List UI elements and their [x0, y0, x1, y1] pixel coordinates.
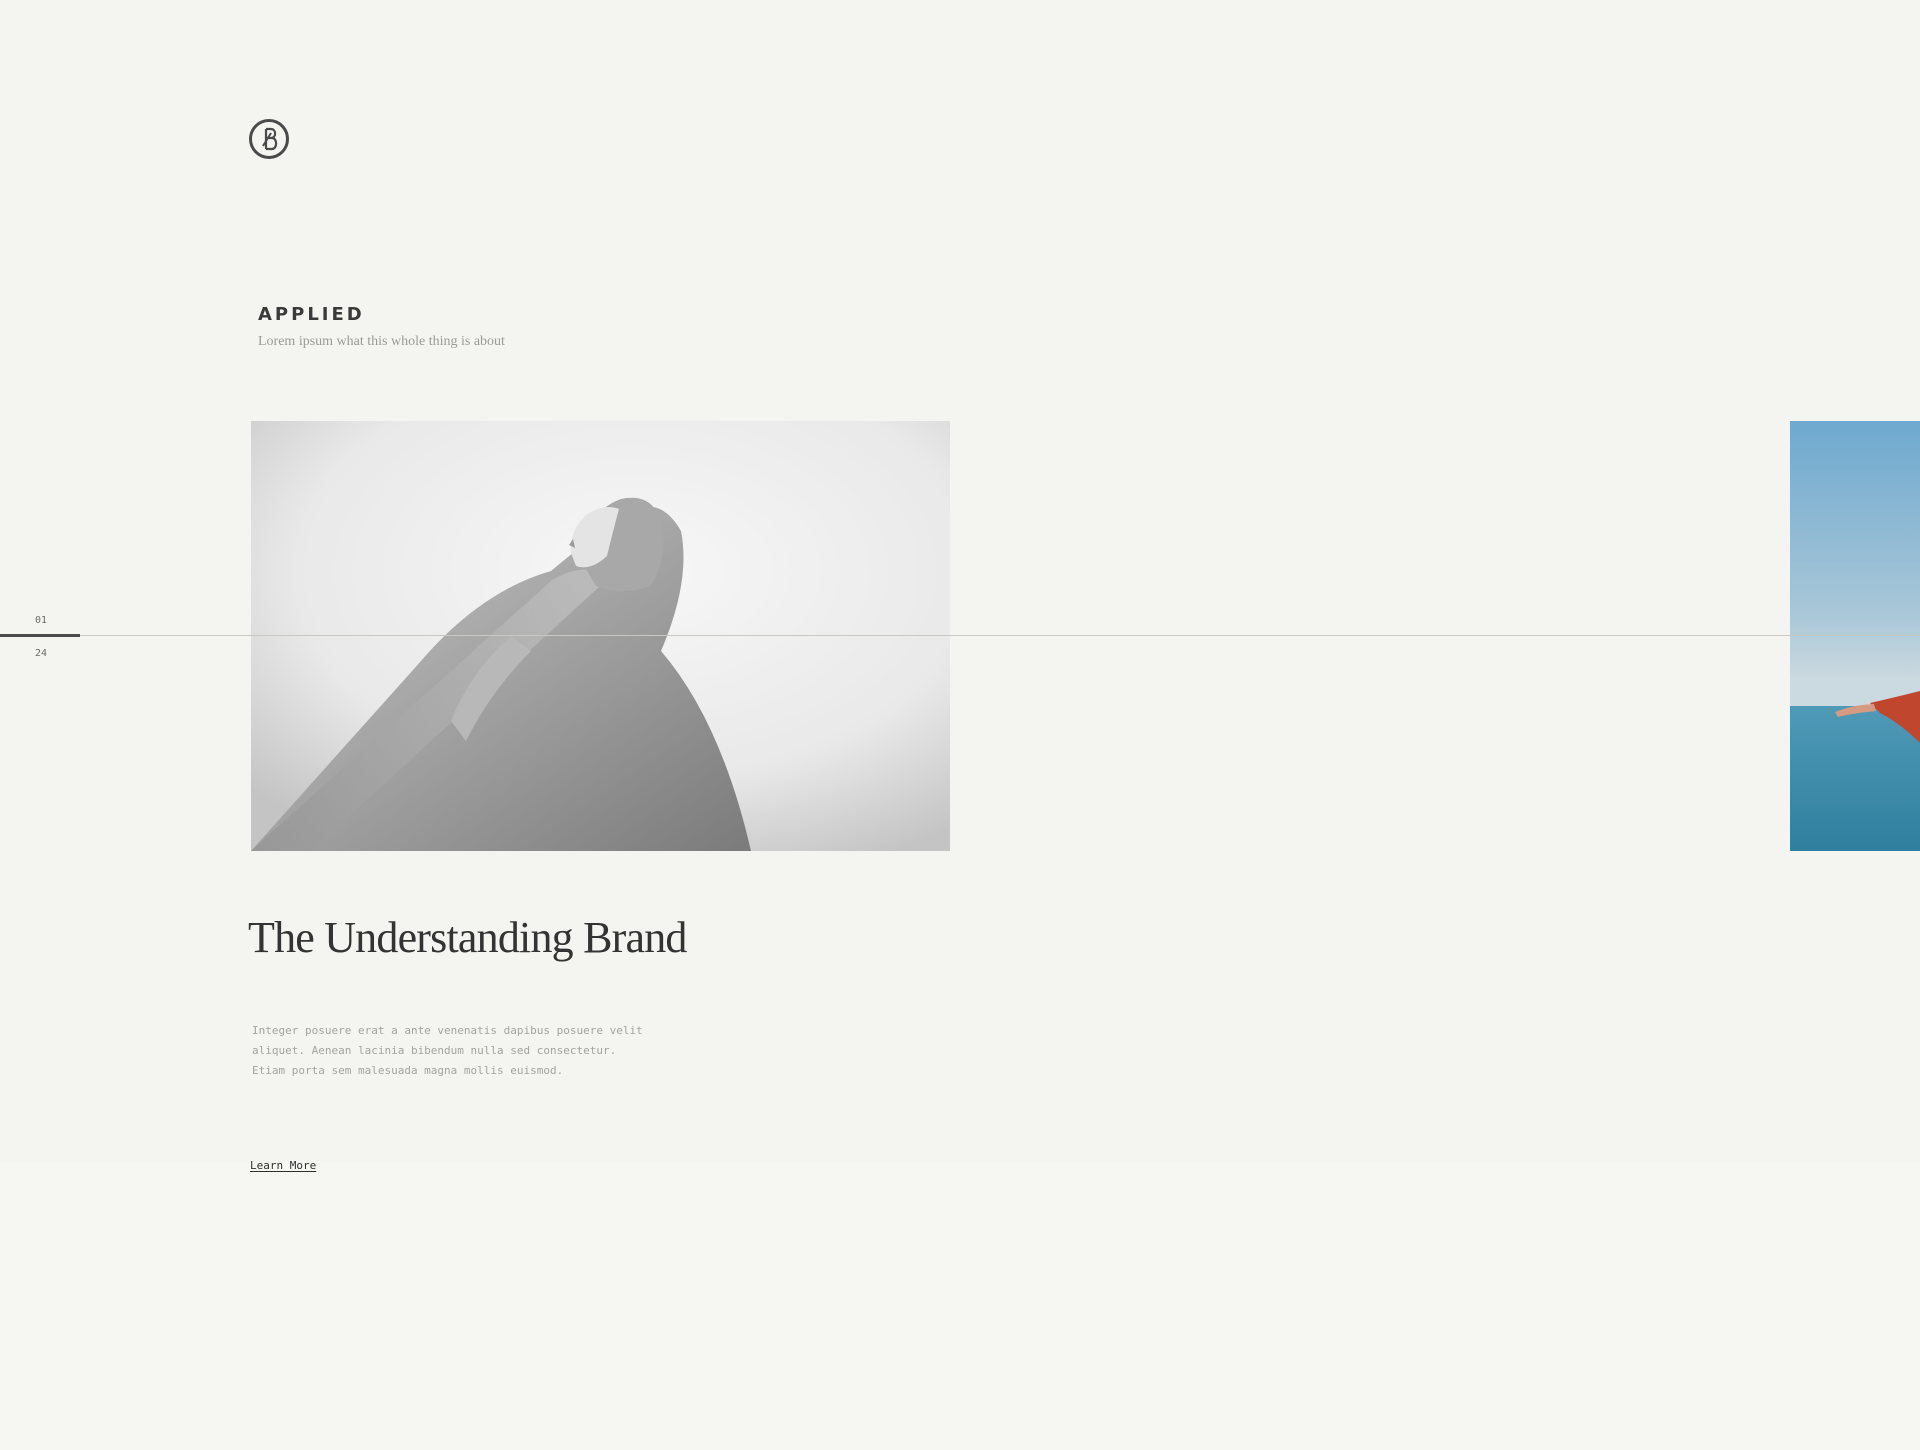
slide-description-line: Integer posuere erat a ante venenatis da…	[252, 1024, 643, 1037]
slide-progress-bar	[0, 634, 80, 637]
slide-image[interactable]	[251, 421, 950, 851]
slide-progress-fill	[0, 634, 80, 637]
slide-title: The Understanding Brand	[248, 913, 687, 962]
section-label: APPLIED	[258, 304, 365, 325]
cloaked-figure-photo	[251, 421, 950, 851]
slide-counter-current: 01	[35, 615, 48, 626]
section-subtitle: Lorem ipsum what this whole thing is abo…	[258, 334, 505, 349]
slide-description-line: aliquet. Aenean lacinia bibendum nulla s…	[252, 1044, 617, 1057]
next-slide-image[interactable]	[1790, 421, 1920, 851]
brand-logo[interactable]	[249, 119, 289, 159]
learn-more-link[interactable]: Learn More	[250, 1159, 316, 1172]
timeline-line	[0, 635, 1920, 636]
sea-arm-photo	[1790, 421, 1920, 851]
slide-description: Integer posuere erat a ante venenatis da…	[252, 1021, 672, 1081]
slide-description-line: Etiam porta sem malesuada magna mollis e…	[252, 1064, 564, 1077]
slide-counter-total: 24	[35, 648, 48, 659]
